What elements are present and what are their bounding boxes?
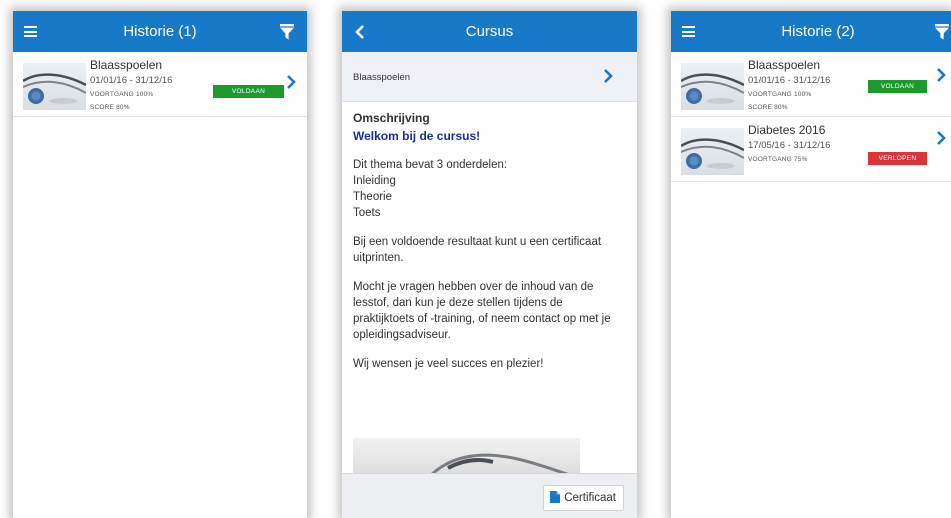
- course-dates: 17/05/16 - 31/12/16: [748, 140, 831, 151]
- course-list-item[interactable]: Blaasspoelen 01/01/16 - 31/12/16 VOORTGA…: [671, 52, 951, 117]
- historie-screen-2: Historie (2) Blaasspoelen 01/01/16 - 31/…: [671, 11, 951, 518]
- cursus-screen: Cursus Blaasspoelen Omschrijving Welkom …: [342, 11, 637, 518]
- course-score: SCORE 80%: [90, 104, 130, 111]
- header-title: Historie (2): [781, 23, 855, 40]
- header-bar: Historie (2): [671, 11, 951, 52]
- part-item: Toets: [353, 207, 381, 219]
- header-bar: Historie (1): [13, 11, 307, 52]
- parts-intro: Dit thema bevat 3 onderdelen:: [353, 159, 508, 171]
- certificate-label: Certificaat: [564, 492, 616, 504]
- historie-screen-1: Historie (1) Blaasspoelen 01/01/16 - 31/…: [13, 11, 307, 518]
- parts-block: Dit thema bevat 3 onderdelen: Inleiding …: [353, 157, 626, 221]
- part-item: Inleiding: [353, 175, 396, 187]
- course-title: Blaasspoelen: [748, 58, 821, 72]
- course-list-item[interactable]: Diabetes 2016 17/05/16 - 31/12/16 VOORTG…: [671, 117, 951, 182]
- stethoscope-image: [23, 63, 86, 110]
- stethoscope-image: [681, 128, 744, 175]
- footer-bar: Certificaat: [342, 473, 637, 518]
- closing-text: Wij wensen je veel succes en plezier!: [353, 358, 544, 370]
- welcome-text: Welkom bij de cursus!: [353, 129, 481, 143]
- filter-icon[interactable]: [935, 24, 949, 40]
- header-bar: Cursus: [342, 11, 637, 52]
- chevron-right-icon[interactable]: [936, 68, 946, 82]
- chevron-right-icon[interactable]: [603, 69, 613, 83]
- stethoscope-image: [681, 63, 744, 110]
- status-badge: VOLDAAN: [868, 80, 927, 93]
- course-score: SCORE 80%: [748, 104, 788, 111]
- header-title: Historie (1): [123, 23, 197, 40]
- questions-info: Mocht je vragen hebben over de inhoud va…: [353, 281, 611, 341]
- certificate-button[interactable]: Certificaat: [543, 485, 624, 511]
- course-list-item[interactable]: Blaasspoelen 01/01/16 - 31/12/16 VOORTGA…: [13, 52, 307, 117]
- course-title: Diabetes 2016: [748, 123, 826, 137]
- part-item: Theorie: [353, 191, 392, 203]
- course-dates: 01/01/16 - 31/12/16: [748, 75, 831, 86]
- course-dates: 01/01/16 - 31/12/16: [90, 75, 173, 86]
- course-progress: VOORTGANG 100%: [748, 91, 812, 98]
- course-description: Omschrijving Welkom bij de cursus! Dit t…: [342, 102, 637, 372]
- status-badge: VERLOPEN: [868, 152, 927, 165]
- course-header[interactable]: Blaasspoelen: [342, 52, 637, 102]
- course-name: Blaasspoelen: [353, 72, 411, 83]
- course-title: Blaasspoelen: [90, 58, 163, 72]
- course-progress: VOORTGANG 100%: [90, 91, 154, 98]
- certificate-info: Bij een voldoende resultaat kunt u een c…: [353, 236, 602, 264]
- course-progress: VOORTGANG 75%: [748, 156, 808, 163]
- header-title: Cursus: [465, 23, 514, 40]
- status-badge: VOLDAAN: [213, 85, 284, 98]
- chevron-right-icon[interactable]: [286, 75, 296, 89]
- description-heading: Omschrijving: [353, 111, 430, 125]
- chevron-right-icon[interactable]: [936, 131, 946, 145]
- document-icon: [550, 491, 561, 503]
- filter-icon[interactable]: [280, 24, 294, 40]
